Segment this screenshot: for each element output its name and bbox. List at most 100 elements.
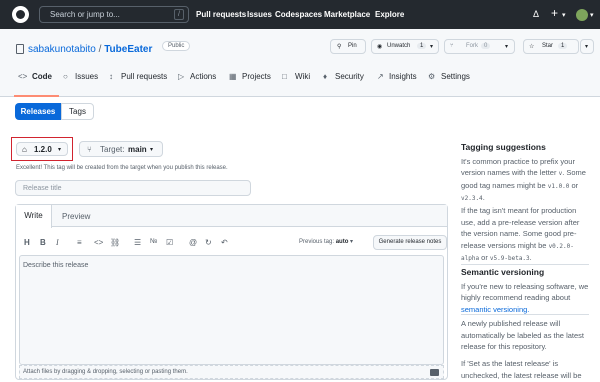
star-label: Star (542, 43, 554, 49)
release-title-placeholder: Release title (23, 185, 62, 192)
semantic-versioning-title: Semantic versioning (461, 267, 545, 277)
target-value: main (128, 145, 147, 154)
shield-icon: ♦ (323, 72, 328, 81)
code-icon: <> (18, 72, 28, 81)
tab-actions[interactable]: Actions (190, 72, 216, 81)
semantic-versioning-section: Semantic versioning If you're new to rel… (461, 267, 589, 315)
fork-count: 0 (481, 43, 491, 49)
mention-icon[interactable]: @ (189, 238, 197, 247)
chevron-down-icon[interactable]: ▾ (590, 11, 594, 19)
repo-separator: / (98, 44, 102, 55)
tagging-text: or (571, 180, 579, 190)
branch-icon: ⑂ (87, 145, 92, 154)
wiki-icon: □ (282, 72, 287, 81)
italic-icon[interactable]: I (56, 238, 59, 247)
search-input[interactable]: Search or jump to... / (39, 6, 189, 23)
unwatch-button[interactable]: ◉ Unwatch 1 ▾ (371, 39, 439, 54)
previous-tag-selector[interactable]: Previous tag: auto ▾ (299, 238, 353, 245)
tag-note: Excellent! This tag will be created from… (16, 165, 228, 171)
pin-icon: ⚲ (337, 44, 342, 50)
bold-icon[interactable]: B (40, 238, 46, 247)
notification-bell-icon[interactable]: Δ (533, 9, 539, 19)
top-navigation-bar: Search or jump to... / Pull requests Iss… (0, 0, 600, 29)
latest-paragraph-2: If 'Set as the latest release' is unchec… (461, 359, 582, 380)
latest-release-note: A newly published release will automatic… (461, 318, 589, 353)
nav-explore[interactable]: Explore (375, 10, 404, 19)
tab-wiki[interactable]: Wiki (295, 72, 310, 81)
watch-count: 1 (417, 43, 427, 49)
tagging-paragraph-1: It's common practice to prefix your vers… (461, 156, 586, 203)
star-button[interactable]: ☆ Star 1 (523, 39, 579, 54)
code-sample: v1.0.0 (547, 182, 570, 190)
tag-highlight-box: ⌂ 1.2.0 ▾ (11, 137, 73, 161)
code-icon[interactable]: <> (94, 238, 103, 247)
attach-files-dropzone[interactable]: Attach files by dragging & dropping, sel… (19, 365, 444, 379)
fork-button[interactable]: ⑂ Fork 0 ▾ (444, 39, 515, 54)
quote-icon[interactable]: ≡ (77, 238, 82, 247)
chevron-down-icon[interactable]: ▾ (562, 11, 566, 19)
tab-code[interactable]: Code (32, 72, 52, 81)
release-title-input[interactable]: Release title (15, 180, 251, 196)
heading-icon[interactable]: H (24, 238, 30, 247)
tab-insights[interactable]: Insights (389, 72, 417, 81)
tab-write[interactable]: Write (16, 205, 52, 228)
graph-icon: ↗ (377, 72, 384, 81)
attach-files-text: Attach files by dragging & dropping, sel… (23, 369, 188, 375)
issues-icon: ○ (63, 72, 68, 81)
tagging-suggestions-section: Tagging suggestions It's common practice… (461, 142, 589, 205)
numbered-list-icon[interactable]: № (150, 238, 158, 245)
tagging-text: or (481, 253, 488, 262)
task-list-icon[interactable]: ☑ (166, 238, 173, 247)
editor-tabs: Write Preview (16, 205, 447, 228)
unwatch-label: Unwatch (387, 43, 411, 49)
tags-tab-button[interactable]: Tags (61, 103, 94, 120)
chevron-down-icon: ▾ (350, 239, 354, 245)
choose-tag-button[interactable]: ⌂ 1.2.0 ▾ (16, 142, 68, 156)
nav-marketplace[interactable]: Marketplace (324, 10, 370, 19)
tab-settings[interactable]: Settings (441, 72, 470, 81)
repo-name-link[interactable]: TubeEater (104, 44, 152, 55)
target-branch-button[interactable]: ⑂ Target: main ▾ (79, 141, 163, 157)
create-new-icon[interactable]: + (551, 6, 558, 20)
previous-tag-value: auto (335, 239, 349, 245)
reply-icon[interactable]: ↶ (221, 238, 228, 247)
latest-paragraph: A newly published release will automatic… (461, 319, 584, 351)
code-sample: v5.9-beta.3 (489, 255, 530, 262)
star-dropdown-button[interactable]: ▾ (580, 39, 594, 54)
github-logo-icon[interactable] (12, 6, 29, 23)
bulleted-list-icon[interactable]: ☰ (134, 238, 141, 247)
description-placeholder: Describe this release (23, 262, 89, 269)
tab-preview[interactable]: Preview (62, 212, 90, 221)
repo-header: sabakunotabito / TubeEater Public ⚲ Pin … (0, 29, 600, 97)
release-editor: Write Preview H B I ≡ <> ⛓ ☰ № ☑ @ ↻ ↶ P… (15, 204, 448, 380)
nav-pull-requests[interactable]: Pull requests (196, 10, 246, 19)
semver-paragraph: If you're new to releasing software, we … (461, 281, 589, 316)
repo-icon (16, 44, 24, 54)
repo-title: sabakunotabito / TubeEater (28, 44, 152, 55)
tab-pull-requests[interactable]: Pull requests (121, 72, 167, 81)
eye-icon: ◉ (377, 44, 383, 50)
generate-release-notes-button[interactable]: Generate release notes (373, 235, 447, 250)
nav-codespaces[interactable]: Codespaces (275, 10, 322, 19)
pin-button[interactable]: ⚲ Pin (330, 39, 366, 54)
releases-tab-button[interactable]: Releases (15, 103, 61, 120)
avatar[interactable] (576, 9, 588, 21)
divider (461, 314, 589, 315)
reference-icon[interactable]: ↻ (205, 238, 212, 247)
tab-issues[interactable]: Issues (75, 72, 98, 81)
semantic-versioning-link[interactable]: semantic versioning. (461, 305, 529, 314)
chevron-down-icon: ▾ (430, 44, 434, 50)
chevron-down-icon: ▾ (505, 44, 509, 50)
latest-release-note-2: If 'Set as the latest release' is unchec… (461, 358, 589, 381)
actions-icon: ▷ (178, 72, 185, 81)
star-count: 1 (558, 43, 568, 49)
chevron-down-icon: ▾ (58, 147, 62, 153)
repo-owner-link[interactable]: sabakunotabito (28, 44, 96, 55)
release-description-textarea[interactable]: Describe this release (19, 255, 444, 365)
slash-shortcut-icon: / (174, 9, 184, 20)
tag-icon: ⌂ (22, 145, 27, 154)
nav-issues[interactable]: Issues (247, 10, 272, 19)
tab-projects[interactable]: Projects (242, 72, 271, 81)
link-icon[interactable]: ⛓ (110, 238, 120, 247)
tab-security[interactable]: Security (335, 72, 364, 81)
